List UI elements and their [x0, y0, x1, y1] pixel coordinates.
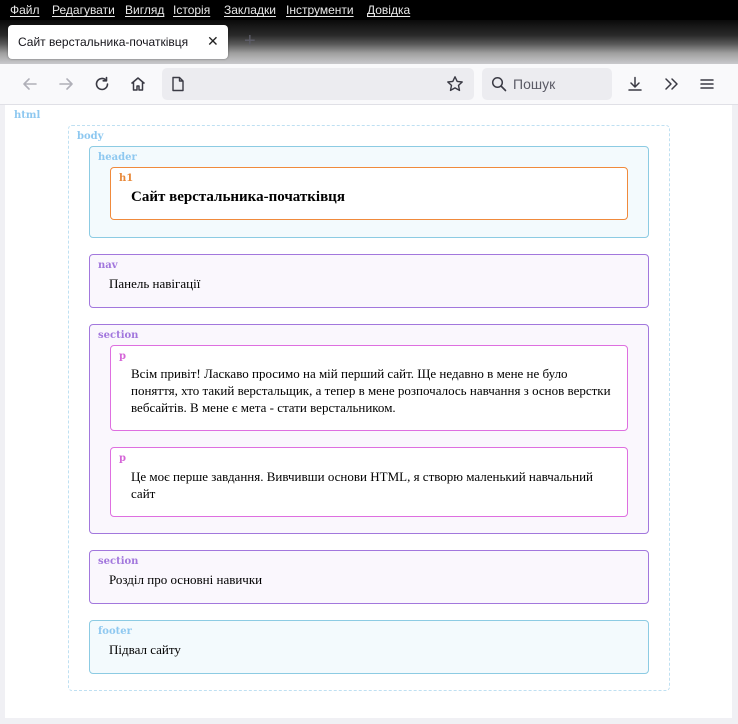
reload-button[interactable]: [88, 70, 116, 98]
search-placeholder: Пошук: [513, 76, 556, 92]
page-viewport: html body header h1 Сайт верстальника-по…: [5, 105, 732, 718]
section-label-1: section: [98, 330, 139, 341]
menu-bookmarks[interactable]: Закладки: [224, 3, 276, 17]
p-label-1: p: [119, 351, 126, 362]
section-2-text: Розділ про основні навички: [109, 572, 263, 587]
menu-help[interactable]: Довідка: [367, 3, 410, 17]
double-chevron-icon: [665, 78, 678, 90]
menu-history[interactable]: Історія: [173, 3, 210, 17]
footer-text: Підвал сайту: [109, 642, 181, 657]
home-button[interactable]: [124, 70, 152, 98]
paragraph-1: Всім привіт! Ласкаво просимо на мій перш…: [131, 366, 611, 415]
nav-label: nav: [98, 260, 118, 271]
h1-label: h1: [119, 173, 134, 184]
arrow-left-icon: [23, 78, 37, 90]
overflow-button[interactable]: [657, 70, 685, 98]
tab-strip: Сайт верстальника-початківця ✕ +: [0, 20, 738, 64]
menu-view[interactable]: Вигляд: [125, 3, 164, 17]
tab-title: Сайт верстальника-початківця: [18, 35, 189, 49]
menu-tools[interactable]: Інструменти: [286, 3, 354, 17]
new-tab-button[interactable]: +: [244, 30, 256, 53]
home-icon: [131, 77, 145, 91]
header-label: header: [98, 152, 137, 163]
menu-button[interactable]: [693, 70, 721, 98]
download-icon: [628, 76, 642, 91]
close-icon[interactable]: ✕: [207, 33, 219, 50]
star-icon[interactable]: [446, 75, 464, 93]
html-label: html: [14, 110, 41, 121]
nav-toolbar: Пошук: [0, 64, 738, 105]
url-bar[interactable]: [162, 68, 474, 100]
search-box[interactable]: Пошук: [482, 68, 612, 100]
page-icon: [172, 76, 184, 92]
footer-label: footer: [98, 626, 132, 637]
hamburger-icon: [700, 79, 714, 89]
menu-edit[interactable]: Редагувати: [52, 3, 115, 17]
arrow-right-icon: [59, 78, 73, 90]
p-label-2: p: [119, 453, 126, 464]
forward-button[interactable]: [52, 70, 80, 98]
nav-text: Панель навігації: [109, 276, 201, 291]
page-heading: Сайт верстальника-початківця: [131, 189, 345, 205]
menu-bar: Файл Редагувати Вигляд Історія Закладки …: [0, 0, 738, 20]
body-label: body: [77, 131, 104, 142]
tab-active[interactable]: Сайт верстальника-початківця ✕: [8, 25, 228, 59]
back-button[interactable]: [16, 70, 44, 98]
menu-file[interactable]: Файл: [10, 3, 40, 17]
paragraph-2: Це моє перше завдання. Вивчивши основи H…: [131, 469, 593, 501]
section-label-2: section: [98, 556, 139, 567]
reload-icon: [95, 76, 109, 91]
search-icon: [491, 76, 507, 92]
downloads-button[interactable]: [621, 70, 649, 98]
